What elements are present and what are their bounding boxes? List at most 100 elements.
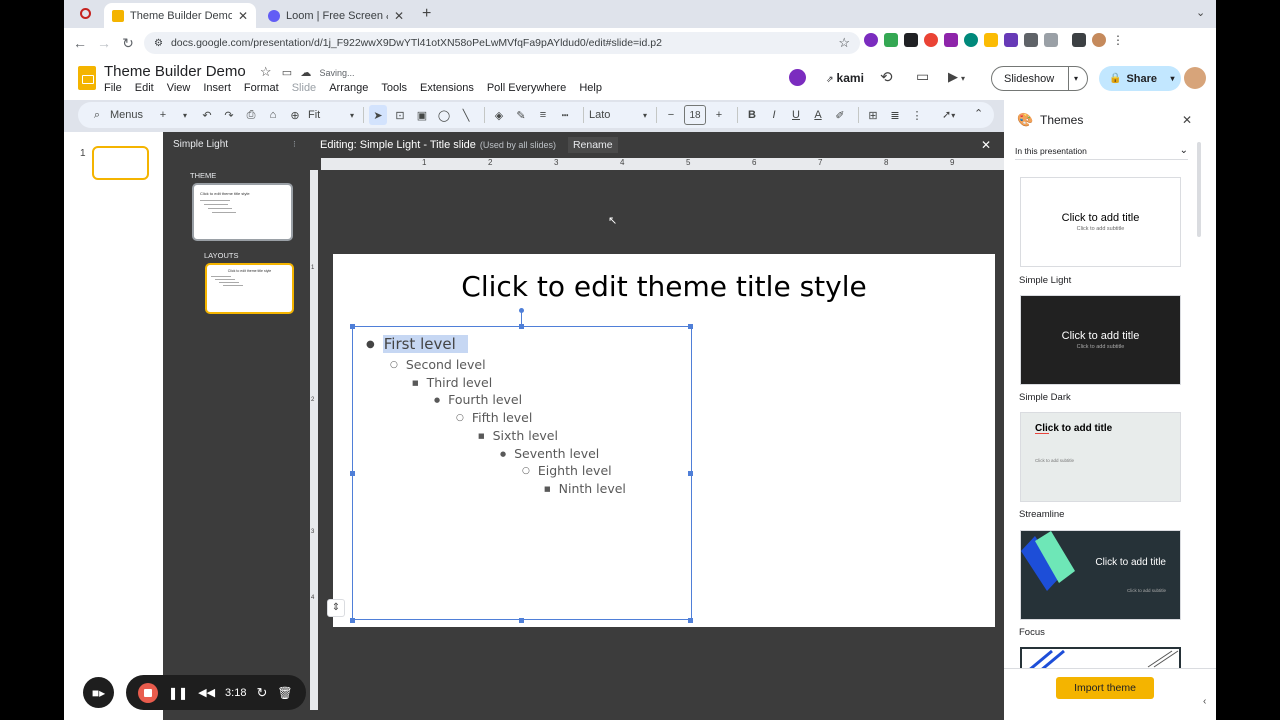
tab-search-icon[interactable]: ⌄ <box>1196 6 1205 19</box>
list-item[interactable]: ■ Sixth level <box>478 428 558 443</box>
browser-menu-icon[interactable]: ⋮ <box>1112 33 1124 47</box>
themes-filter-dropdown[interactable]: In this presentation ⌄ <box>1015 142 1188 160</box>
theme-master-thumbnail[interactable]: Click to edit theme title style <box>192 183 293 241</box>
more-options-icon[interactable]: ⋮ <box>908 105 926 125</box>
rewind-icon[interactable]: ◀◀ <box>198 686 215 699</box>
stop-recording-button[interactable] <box>138 682 158 703</box>
tab-close-icon[interactable]: ✕ <box>238 9 248 23</box>
menu-tools[interactable]: Tools <box>381 82 407 94</box>
insert-comment-icon[interactable]: ⊞ <box>864 105 882 125</box>
address-bar[interactable]: ⚙ docs.google.com/presentation/d/1j_F922… <box>144 32 860 54</box>
tab-slides[interactable]: Theme Builder Demo - Google Slides ✕ <box>104 3 256 28</box>
extensions-puzzle-icon[interactable] <box>1044 33 1058 47</box>
level-text[interactable]: Seventh level <box>514 446 599 461</box>
highlight-icon[interactable]: ✐ <box>831 105 849 125</box>
account-avatar[interactable] <box>1184 67 1206 89</box>
search-menus-input[interactable]: Menus <box>110 105 150 125</box>
restart-icon[interactable]: ↻ <box>256 685 267 701</box>
fill-color-icon[interactable]: ◈ <box>490 105 508 125</box>
extension-black-icon[interactable] <box>904 33 918 47</box>
paint-format-icon[interactable]: ⌂ <box>264 105 282 125</box>
menu-extensions[interactable]: Extensions <box>420 82 474 94</box>
shape-icon[interactable]: ◯ <box>435 105 453 125</box>
list-item[interactable]: ○ Fifth level <box>456 410 532 425</box>
slides-logo-icon[interactable] <box>78 66 96 90</box>
share-button[interactable]: 🔒 Share ▾ <box>1099 66 1181 91</box>
level-text[interactable]: Ninth level <box>559 481 626 496</box>
collapse-toolbar-icon[interactable]: ⌃ <box>974 107 983 120</box>
search-menus-icon[interactable]: ⌕ <box>88 105 106 125</box>
resize-handle[interactable] <box>688 471 693 476</box>
bold-icon[interactable]: B <box>743 105 761 125</box>
menu-help[interactable]: Help <box>579 82 602 94</box>
kami-icon[interactable] <box>789 69 806 86</box>
zoom-icon[interactable]: ⊕ <box>286 105 304 125</box>
list-item[interactable]: ● Seventh level <box>500 446 599 461</box>
back-icon[interactable]: ← <box>68 31 92 55</box>
extension-purple-icon[interactable] <box>944 33 958 47</box>
extension-badge-icon[interactable] <box>1024 33 1038 47</box>
extension-teal-icon[interactable] <box>964 33 978 47</box>
rename-button[interactable]: Rename <box>567 137 618 153</box>
print-icon[interactable]: ⎙ <box>242 105 260 125</box>
sidepanel-icon[interactable] <box>1072 33 1086 47</box>
border-color-icon[interactable]: ✎ <box>512 105 530 125</box>
level-text-selected[interactable]: First level <box>382 335 468 353</box>
line-icon[interactable]: ╲ <box>457 105 475 125</box>
close-theme-builder-icon[interactable]: ✕ <box>981 138 991 152</box>
font-size-input[interactable]: 18 <box>684 105 706 125</box>
slideshow-dropdown-icon[interactable]: ▾ <box>1068 66 1078 91</box>
border-weight-icon[interactable]: ≡ <box>534 105 552 125</box>
font-select[interactable]: Lato ▾ <box>589 105 647 125</box>
extension-green-icon[interactable] <box>884 33 898 47</box>
extension-yellow-icon[interactable] <box>984 33 998 47</box>
level-text[interactable]: Eighth level <box>538 463 612 478</box>
extension-red-icon[interactable] <box>924 33 938 47</box>
image-icon[interactable]: ▣ <box>413 105 431 125</box>
new-slide-icon[interactable]: + <box>154 105 172 125</box>
close-themes-icon[interactable]: ✕ <box>1182 113 1192 127</box>
decrease-font-icon[interactable]: − <box>662 105 680 125</box>
list-item[interactable]: ● Fourth level <box>434 392 522 407</box>
autofit-icon[interactable]: ⇕ <box>327 599 345 617</box>
share-dropdown-icon[interactable]: ▾ <box>1170 74 1174 83</box>
theme-card-streamline[interactable]: Click to add title Click to add subtitle <box>1020 412 1181 502</box>
slide-thumbnail[interactable] <box>92 146 149 180</box>
level-text[interactable]: Second level <box>406 357 486 372</box>
kami-extension-icon[interactable] <box>864 33 878 47</box>
slide-title-placeholder[interactable]: Click to edit theme title style <box>333 270 995 303</box>
menu-file[interactable]: File <box>104 82 122 94</box>
tab-close-icon[interactable]: ✕ <box>394 9 404 23</box>
menu-slide[interactable]: Slide <box>292 82 316 94</box>
forward-icon[interactable]: → <box>92 31 116 55</box>
menu-poll-everywhere[interactable]: Poll Everywhere <box>487 82 566 94</box>
resize-handle[interactable] <box>519 618 524 623</box>
list-item[interactable]: ● First level <box>366 335 468 353</box>
theme-card-simple-light[interactable]: Click to add title Click to add subtitle <box>1020 177 1181 267</box>
align-icon[interactable]: ≣ <box>886 105 904 125</box>
undo-icon[interactable]: ↶ <box>198 105 216 125</box>
comments-icon[interactable]: ▭ <box>916 68 929 85</box>
resize-handle[interactable] <box>688 324 693 329</box>
zoom-select[interactable]: Fit ▾ <box>308 105 354 125</box>
star-icon[interactable]: ☆ <box>260 64 272 79</box>
loom-camera-button[interactable]: ■▸ <box>83 677 114 708</box>
profile-avatar[interactable] <box>1092 33 1106 47</box>
site-info-icon[interactable]: ⚙ <box>154 38 163 49</box>
theme-card-focus[interactable]: Click to add title Click to add subtitle <box>1020 530 1181 620</box>
layout-thumbnail-selected[interactable]: Click to edit theme title style <box>205 263 294 314</box>
resize-handle[interactable] <box>350 324 355 329</box>
level-text[interactable]: Fourth level <box>448 392 522 407</box>
menu-view[interactable]: View <box>167 82 191 94</box>
slideshow-button[interactable]: Slideshow ▾ <box>991 66 1088 91</box>
delete-icon[interactable]: 🗑 <box>277 686 292 700</box>
border-dash-icon[interactable]: ┅ <box>556 105 574 125</box>
new-tab-icon[interactable]: + <box>422 5 431 23</box>
menu-arrange[interactable]: Arrange <box>329 82 368 94</box>
theme-card-next[interactable] <box>1020 647 1181 669</box>
level-text[interactable]: Third level <box>427 375 493 390</box>
new-slide-dropdown-icon[interactable]: ▾ <box>176 105 194 125</box>
list-item[interactable]: ■ Ninth level <box>544 481 626 496</box>
expand-panel-icon[interactable]: ‹ <box>1203 696 1206 707</box>
tab-loom[interactable]: Loom | Free Screen & Video Recording ✕ <box>260 3 412 28</box>
